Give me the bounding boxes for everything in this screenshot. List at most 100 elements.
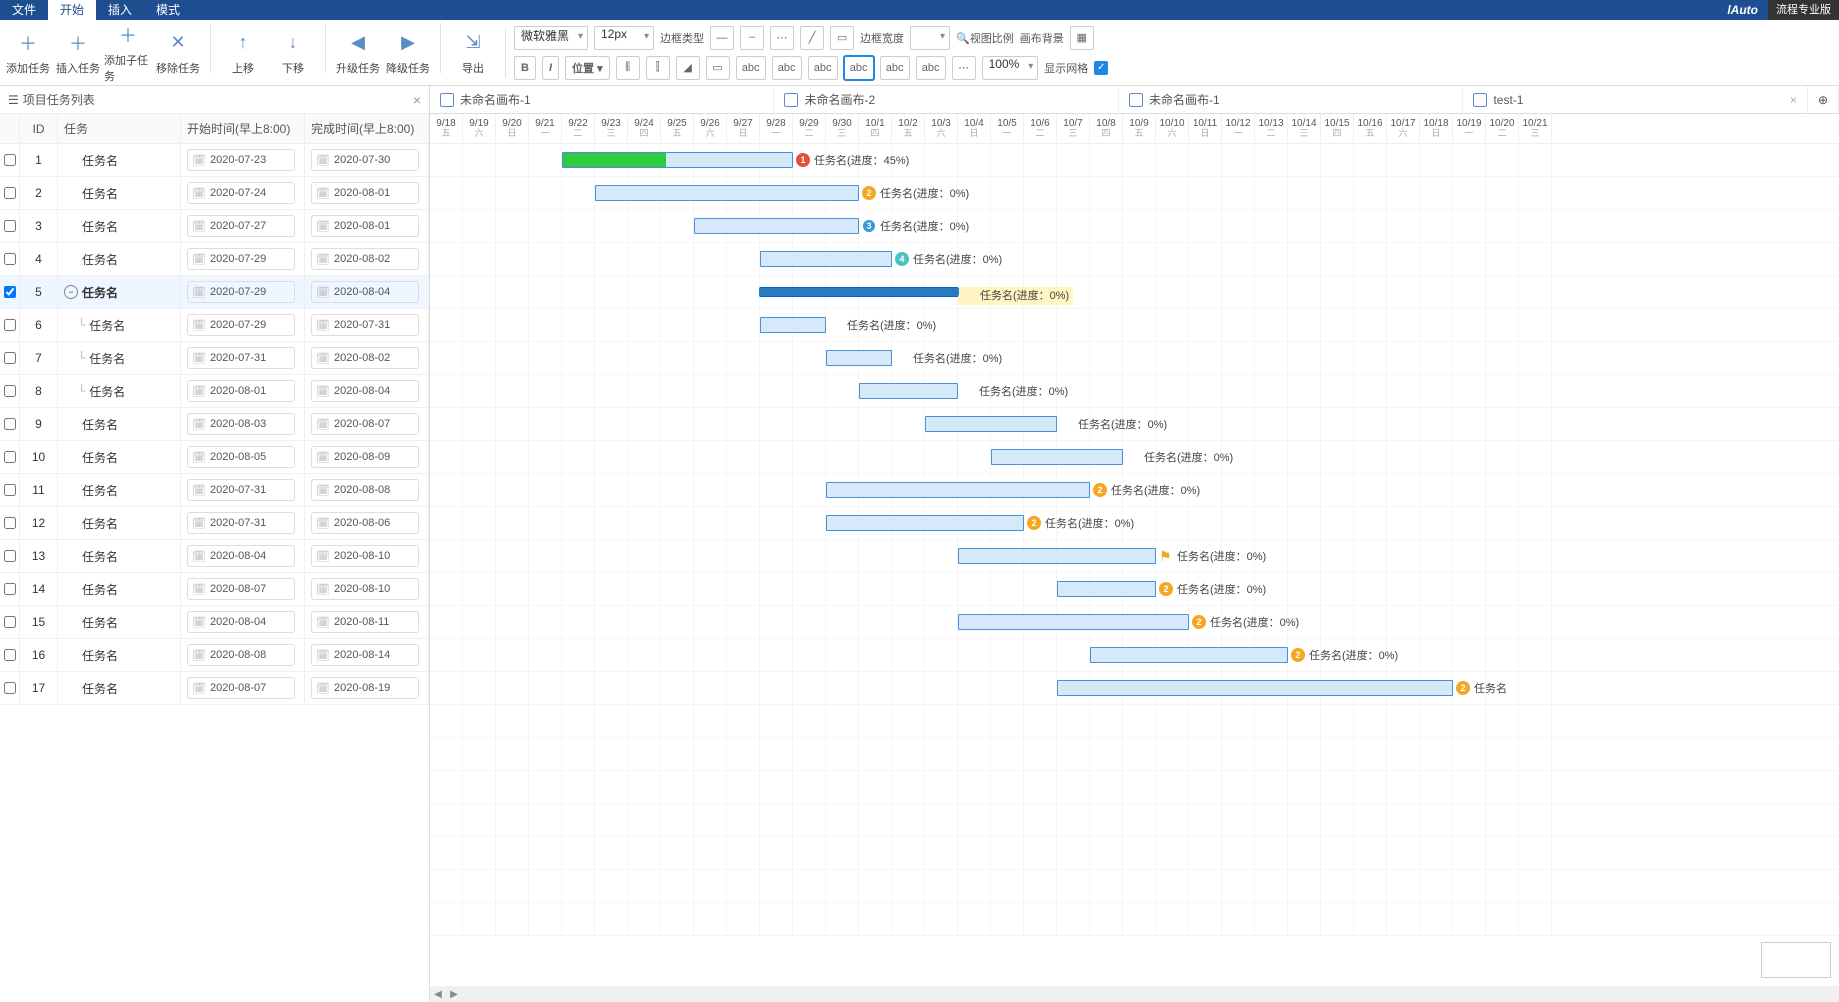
gantt-bar[interactable]: 任务名(进度：0%)2 [826, 515, 1024, 531]
task-row[interactable]: 3 任务名 🗓2020-07-27 🗓2020-08-01 [0, 210, 429, 243]
promote-button[interactable]: ◀升级任务 [334, 23, 382, 83]
shape-2[interactable]: abc [772, 56, 802, 80]
add-tab-button[interactable]: ⊕ [1808, 86, 1839, 113]
h-scrollbar[interactable]: ◀ ▶ [430, 986, 1839, 1002]
border-type-1[interactable]: — [710, 26, 734, 50]
end-date-input[interactable]: 🗓2020-08-02 [311, 248, 419, 270]
bold-button[interactable]: B [514, 56, 536, 80]
end-date-input[interactable]: 🗓2020-08-01 [311, 182, 419, 204]
line-color-button[interactable]: ▭ [706, 56, 730, 80]
shape-6[interactable]: abc [916, 56, 946, 80]
task-checkbox[interactable] [4, 286, 16, 298]
end-date-input[interactable]: 🗓2020-08-08 [311, 479, 419, 501]
shape-5[interactable]: abc [880, 56, 910, 80]
task-checkbox[interactable] [4, 253, 16, 265]
menu-insert[interactable]: 插入 [96, 0, 144, 20]
shape-1[interactable]: abc [736, 56, 766, 80]
insert-task-button[interactable]: ＋插入任务 [54, 23, 102, 83]
tab-close-icon[interactable]: × [1790, 93, 1797, 107]
task-row[interactable]: 12 任务名 🗓2020-07-31 🗓2020-08-06 [0, 507, 429, 540]
border-type-4[interactable]: ╱ [800, 26, 824, 50]
task-name-cell[interactable]: 任务名 [58, 639, 181, 671]
fontsize-select[interactable]: 12px [594, 26, 654, 50]
task-checkbox[interactable] [4, 517, 16, 529]
task-checkbox[interactable] [4, 550, 16, 562]
move-down-button[interactable]: ↓下移 [269, 23, 317, 83]
task-row[interactable]: 15 任务名 🗓2020-08-04 🗓2020-08-11 [0, 606, 429, 639]
start-date-input[interactable]: 🗓2020-07-31 [187, 347, 295, 369]
start-date-input[interactable]: 🗓2020-08-04 [187, 545, 295, 567]
font-select[interactable]: 微软雅黑 [514, 26, 588, 50]
remove-task-button[interactable]: ✕移除任务 [154, 23, 202, 83]
task-name-cell[interactable]: 任务名 [58, 507, 181, 539]
task-row[interactable]: 16 任务名 🗓2020-08-08 🗓2020-08-14 [0, 639, 429, 672]
start-date-input[interactable]: 🗓2020-07-27 [187, 215, 295, 237]
position-button[interactable]: 位置 ▾ [565, 56, 610, 80]
task-checkbox[interactable] [4, 451, 16, 463]
canvas-tab[interactable]: 未命名画布-1 [1119, 86, 1463, 113]
scroll-left-icon[interactable]: ◀ [430, 989, 446, 1000]
task-name-cell[interactable]: 任务名 [58, 177, 181, 209]
start-date-input[interactable]: 🗓2020-08-01 [187, 380, 295, 402]
task-name-cell[interactable]: └任务名 [58, 309, 181, 341]
end-date-input[interactable]: 🗓2020-08-19 [311, 677, 419, 699]
fill-color-button[interactable]: ◢ [676, 56, 700, 80]
canvas-tab[interactable]: test-1× [1463, 86, 1807, 113]
gantt-bar[interactable]: 任务名(进度：0%) [991, 449, 1123, 465]
end-date-input[interactable]: 🗓2020-08-11 [311, 611, 419, 633]
collapse-icon[interactable]: − [64, 285, 78, 299]
align-h-button[interactable]: ⫼ [616, 56, 640, 80]
end-date-input[interactable]: 🗓2020-08-04 [311, 380, 419, 402]
border-type-3[interactable]: ⋯ [770, 26, 794, 50]
task-row[interactable]: 14 任务名 🗓2020-08-07 🗓2020-08-10 [0, 573, 429, 606]
task-name-cell[interactable]: 任务名 [58, 408, 181, 440]
task-name-cell[interactable]: 任务名 [58, 606, 181, 638]
gantt-bar[interactable]: 任务名(进度：45%)1 [562, 152, 793, 168]
task-row[interactable]: 5 −任务名 🗓2020-07-29 🗓2020-08-04 [0, 276, 429, 309]
end-date-input[interactable]: 🗓2020-08-07 [311, 413, 419, 435]
task-checkbox[interactable] [4, 319, 16, 331]
menu-start[interactable]: 开始 [48, 0, 96, 20]
start-date-input[interactable]: 🗓2020-07-29 [187, 314, 295, 336]
start-date-input[interactable]: 🗓2020-08-07 [187, 677, 295, 699]
start-date-input[interactable]: 🗓2020-07-29 [187, 281, 295, 303]
task-checkbox[interactable] [4, 385, 16, 397]
shape-3[interactable]: abc [808, 56, 838, 80]
task-checkbox[interactable] [4, 583, 16, 595]
task-name-cell[interactable]: 任务名 [58, 144, 181, 176]
task-name-cell[interactable]: └任务名 [58, 342, 181, 374]
task-row[interactable]: 11 任务名 🗓2020-07-31 🗓2020-08-08 [0, 474, 429, 507]
start-date-input[interactable]: 🗓2020-07-31 [187, 512, 295, 534]
task-name-cell[interactable]: −任务名 [58, 276, 181, 308]
task-row[interactable]: 8 └任务名 🗓2020-08-01 🗓2020-08-04 [0, 375, 429, 408]
end-date-input[interactable]: 🗓2020-08-02 [311, 347, 419, 369]
task-row[interactable]: 6 └任务名 🗓2020-07-29 🗓2020-07-31 [0, 309, 429, 342]
end-date-input[interactable]: 🗓2020-08-01 [311, 215, 419, 237]
start-date-input[interactable]: 🗓2020-08-03 [187, 413, 295, 435]
gantt-bar[interactable]: 任务名(进度：0%)2 [1057, 581, 1156, 597]
canvas-tab[interactable]: 未命名画布-1 [430, 86, 774, 113]
end-date-input[interactable]: 🗓2020-07-31 [311, 314, 419, 336]
minimap[interactable] [1761, 942, 1831, 978]
end-date-input[interactable]: 🗓2020-08-04 [311, 281, 419, 303]
zoom-select[interactable]: 100% [982, 56, 1039, 80]
task-row[interactable]: 4 任务名 🗓2020-07-29 🗓2020-08-02 [0, 243, 429, 276]
task-row[interactable]: 10 任务名 🗓2020-08-05 🗓2020-08-09 [0, 441, 429, 474]
start-date-input[interactable]: 🗓2020-07-31 [187, 479, 295, 501]
shape-4[interactable]: abc [844, 56, 874, 80]
show-grid-checkbox[interactable]: ✓ [1094, 61, 1108, 75]
shape-more[interactable]: ⋯ [952, 56, 976, 80]
end-date-input[interactable]: 🗓2020-08-10 [311, 578, 419, 600]
end-date-input[interactable]: 🗓2020-08-06 [311, 512, 419, 534]
task-row[interactable]: 17 任务名 🗓2020-08-07 🗓2020-08-19 [0, 672, 429, 705]
start-date-input[interactable]: 🗓2020-07-24 [187, 182, 295, 204]
gantt-bar[interactable]: 任务名(进度：0%) [859, 383, 958, 399]
end-date-input[interactable]: 🗓2020-08-14 [311, 644, 419, 666]
start-date-input[interactable]: 🗓2020-07-29 [187, 248, 295, 270]
task-checkbox[interactable] [4, 418, 16, 430]
gantt-bar[interactable]: 任务名(进度：0%) [760, 288, 958, 296]
end-date-input[interactable]: 🗓2020-07-30 [311, 149, 419, 171]
gantt-bar[interactable]: 任务名(进度：0%)4 [760, 251, 892, 267]
menu-file[interactable]: 文件 [0, 0, 48, 20]
task-checkbox[interactable] [4, 220, 16, 232]
